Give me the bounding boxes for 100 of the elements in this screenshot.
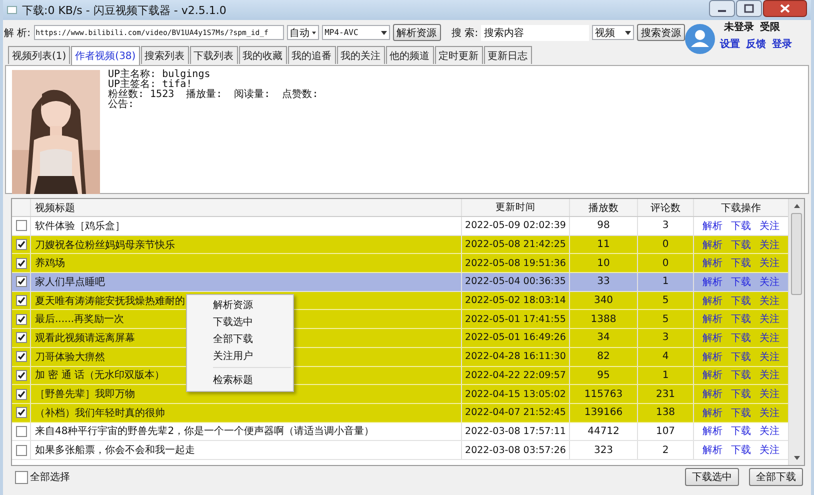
table-row[interactable]: 养鸡场 2022-05-08 19:51:36 10 0 解析 下载 关注: [12, 254, 788, 274]
action-link[interactable]: 下载: [730, 387, 751, 402]
tab[interactable]: 作者视频(38): [71, 46, 140, 65]
checkbox[interactable]: [16, 314, 26, 325]
parse-button[interactable]: 解析资源: [392, 24, 441, 41]
action-link[interactable]: 关注: [760, 294, 780, 308]
tab[interactable]: 搜索列表: [140, 46, 189, 64]
checkbox[interactable]: [16, 407, 26, 418]
search-field[interactable]: 搜索内容: [481, 24, 590, 40]
checkbox[interactable]: [16, 239, 26, 250]
minimize-icon[interactable]: [709, 0, 735, 17]
close-icon[interactable]: [763, 0, 807, 17]
table-row[interactable]: ［野兽先辈］我即万物 2022-04-15 13:05:02 115763 231 解析 下载 关注: [12, 385, 788, 404]
tab[interactable]: 我的追番: [288, 46, 336, 64]
caret-icon: [312, 30, 316, 34]
action-link[interactable]: 解析: [702, 406, 722, 420]
table-row[interactable]: 刀嫂祝各位粉丝妈妈母亲节快乐 2022-05-08 21:42:25 11 0 解析 下载 关注: [12, 236, 788, 254]
action-link[interactable]: 解析: [702, 424, 722, 438]
action-link[interactable]: 下载: [730, 312, 751, 326]
action-link[interactable]: 下载: [730, 424, 751, 438]
checkbox[interactable]: [16, 388, 26, 400]
column-header[interactable]: 下载操作: [694, 199, 788, 216]
checkbox[interactable]: [16, 295, 26, 306]
action-link[interactable]: 解析: [702, 274, 722, 289]
action-link[interactable]: 关注: [760, 256, 780, 270]
account-link[interactable]: 设置: [720, 37, 740, 51]
action-link[interactable]: 解析: [702, 443, 722, 458]
table-row[interactable]: 如果多张船票，你会不会和我一起走 2022-03-08 03:57:26 323 2 解析 下载 关注: [12, 441, 788, 460]
scrollbar[interactable]: [788, 199, 804, 465]
action-link[interactable]: 关注: [760, 218, 780, 233]
tab[interactable]: 我的关注: [336, 46, 385, 64]
action-link[interactable]: 解析: [702, 350, 722, 364]
action-link[interactable]: 下载: [730, 294, 751, 308]
column-header[interactable]: 视频标题: [31, 199, 462, 216]
action-link[interactable]: 下载: [730, 368, 751, 382]
action-link[interactable]: 解析: [702, 387, 722, 402]
update-time: 2022-03-08 17:57:11: [465, 426, 566, 437]
column-header[interactable]: 评论数: [638, 199, 694, 216]
action-link[interactable]: 解析: [702, 312, 722, 326]
menu-item[interactable]: 关注用户: [187, 348, 293, 365]
scroll-thumb[interactable]: [791, 213, 802, 295]
action-link[interactable]: 下载: [730, 256, 751, 270]
checkbox[interactable]: [16, 426, 26, 437]
table-row[interactable]: （补档）我们年轻时真的很帅 2022-04-07 21:52:45 139166 138 解析 下载 关注: [12, 404, 788, 423]
action-link[interactable]: 下载: [730, 274, 751, 289]
checkbox[interactable]: [16, 220, 26, 232]
action-link[interactable]: 下载: [730, 350, 751, 364]
menu-item[interactable]: 下载选中: [187, 314, 293, 331]
table-row[interactable]: 家人们早点睡吧 2022-05-04 00:36:35 33 1 解析 下载 关注: [12, 273, 788, 292]
action-link[interactable]: 解析: [702, 238, 722, 252]
action-link[interactable]: 下载: [730, 406, 751, 420]
action-link[interactable]: 解析: [702, 368, 722, 382]
checkbox[interactable]: [16, 444, 26, 456]
column-header[interactable]: 更新时间: [462, 199, 570, 216]
action-link[interactable]: 下载: [730, 330, 751, 345]
menu-item[interactable]: 全部下载: [187, 331, 293, 348]
tab[interactable]: 下载列表: [190, 46, 238, 64]
format-dropdown[interactable]: MP4-AVC: [322, 25, 390, 40]
permission-status: 受限: [760, 20, 780, 34]
action-link[interactable]: 关注: [760, 368, 780, 382]
action-link[interactable]: 关注: [760, 387, 780, 402]
checkbox[interactable]: [16, 332, 26, 344]
action-link[interactable]: 解析: [702, 294, 722, 308]
maximize-icon[interactable]: [736, 0, 762, 17]
table-row[interactable]: 来自48种平行宇宙的野兽先辈2，你是一个一个便声器啊（请适当调小音量） 2022-03-08 17:57:11 44712 107 解析 下载 关注: [12, 422, 788, 442]
action-link[interactable]: 解析: [702, 330, 722, 345]
action-link[interactable]: 下载: [730, 238, 751, 252]
search-button[interactable]: 搜索资源: [637, 24, 686, 41]
video-title: 养鸡场: [35, 256, 65, 270]
account-link[interactable]: 反馈: [746, 37, 766, 51]
action-link[interactable]: 关注: [760, 238, 780, 252]
tab[interactable]: 定时更新: [434, 46, 483, 64]
tab[interactable]: 更新日志: [484, 46, 532, 64]
action-link[interactable]: 下载: [730, 218, 751, 233]
checkbox[interactable]: [16, 258, 26, 269]
action-link[interactable]: 关注: [760, 350, 780, 364]
footer-button[interactable]: 全部下载: [749, 468, 803, 486]
footer-button[interactable]: 下载选中: [685, 468, 739, 486]
account-link[interactable]: 登录: [772, 37, 792, 51]
action-link[interactable]: 关注: [760, 443, 780, 458]
search-type-dropdown[interactable]: 视频: [592, 25, 634, 40]
action-link[interactable]: 下载: [730, 443, 751, 458]
checkbox[interactable]: [16, 370, 26, 381]
action-link[interactable]: 解析: [702, 218, 722, 233]
select-all-checkbox[interactable]: [15, 470, 28, 484]
column-header[interactable]: 播放数: [570, 199, 638, 216]
table-row[interactable]: 软件体验［鸡乐盒］ 2022-05-09 02:02:39 98 3 解析 下载 关注: [12, 217, 788, 236]
action-link[interactable]: 关注: [760, 424, 780, 438]
action-link[interactable]: 解析: [702, 256, 722, 270]
action-link[interactable]: 关注: [760, 312, 780, 326]
checkbox[interactable]: [16, 276, 26, 288]
checkbox[interactable]: [16, 351, 26, 362]
tab[interactable]: 视频列表(1): [8, 46, 70, 64]
tab[interactable]: 我的收藏: [238, 46, 287, 64]
play-count: 98: [597, 220, 610, 232]
action-link[interactable]: 关注: [760, 274, 780, 289]
tab[interactable]: 他的频道: [386, 46, 434, 64]
action-link[interactable]: 关注: [760, 406, 780, 420]
action-link[interactable]: 关注: [760, 330, 780, 345]
quality-dropdown[interactable]: 自动: [286, 25, 319, 40]
